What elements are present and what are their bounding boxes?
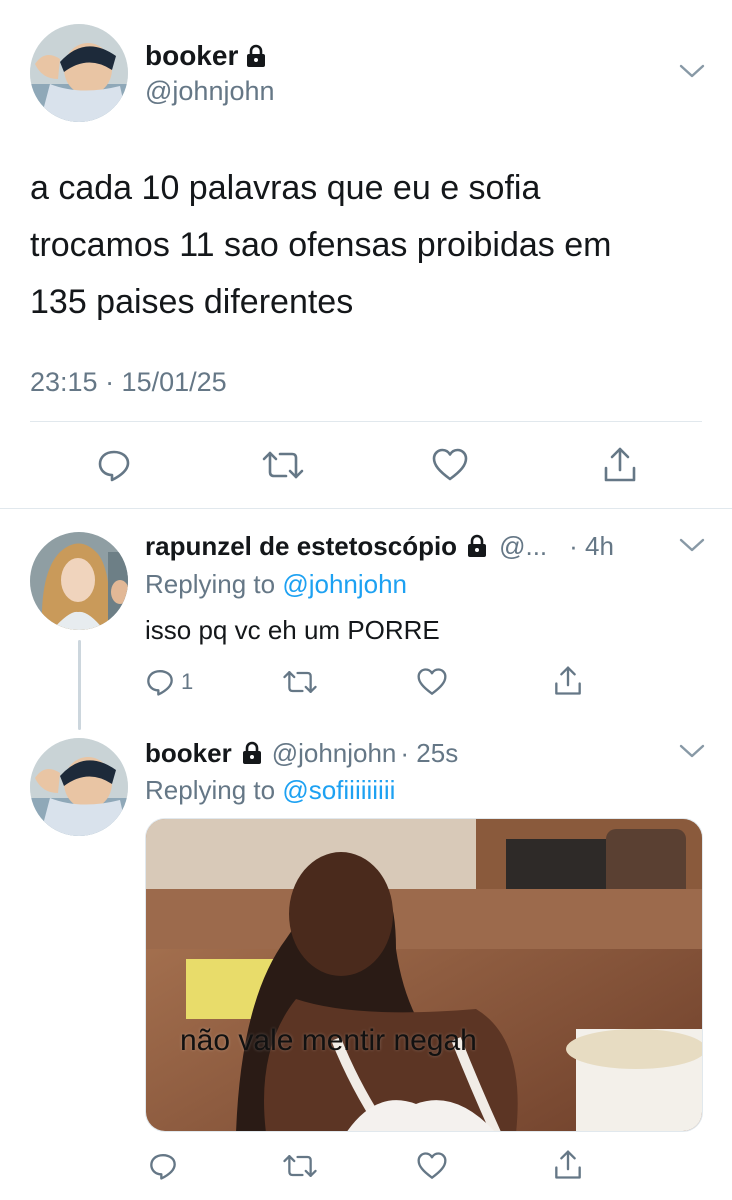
main-retweet-button[interactable]: [258, 443, 308, 487]
main-share-button[interactable]: [598, 443, 642, 487]
reply2-author-avatar[interactable]: [30, 738, 128, 836]
main-like-button[interactable]: [428, 443, 472, 487]
main-divider-top: [30, 421, 702, 422]
meme-caption: não vale mentir negah: [180, 1024, 477, 1057]
reply2-replying-to: Replying to @sofiiiiiiiii: [145, 775, 395, 806]
avatar-photo: [30, 532, 128, 630]
reply1-time[interactable]: · 4h: [569, 531, 614, 562]
reply2-like-button[interactable]: [414, 1149, 450, 1183]
main-author-name[interactable]: booker: [145, 40, 238, 72]
reply1-header: rapunzel de estetoscópio @... · 4h: [145, 530, 665, 562]
main-reply-button[interactable]: [92, 443, 136, 487]
avatar-photo: [30, 24, 128, 122]
reply1-like-button[interactable]: [414, 665, 450, 699]
retweet-icon: [283, 671, 317, 693]
reply2-media-image[interactable]: não vale mentir negah: [145, 818, 703, 1132]
main-author-name-row: booker: [145, 40, 266, 72]
reply1-author-handle[interactable]: @...: [499, 531, 547, 562]
main-tweet-text-line: a cada 10 palavras que eu e sofia: [30, 169, 541, 207]
main-author-handle[interactable]: @johnjohn: [145, 76, 275, 107]
main-tweet-timestamp[interactable]: 23:15 · 15/01/25: [30, 367, 227, 398]
reply1-share-button[interactable]: [550, 663, 586, 699]
reply2-author-name[interactable]: booker: [145, 738, 232, 769]
reply2-more-chevron-icon[interactable]: [679, 743, 705, 759]
main-more-chevron-icon[interactable]: [679, 63, 705, 79]
main-tweet-text-line: 135 paises diferentes: [30, 283, 354, 321]
reply2-share-button[interactable]: [550, 1147, 586, 1183]
share-icon: [555, 666, 581, 695]
lock-icon: [247, 44, 266, 67]
reply2-retweet-button[interactable]: [280, 1149, 320, 1183]
main-author-avatar[interactable]: [30, 24, 128, 122]
main-tweet-text-line: trocamos 11 sao ofensas proibidas em: [30, 226, 612, 264]
avatar-photo: [30, 738, 128, 836]
reply1-reply-count: 1: [181, 669, 194, 694]
replying-to-label: Replying to: [145, 775, 276, 805]
reply1-replying-to: Replying to @johnjohn: [145, 569, 407, 600]
reply2-time[interactable]: · 25s: [400, 738, 458, 769]
reply2-header: booker @johnjohn · 25s: [145, 737, 458, 769]
replying-to-label: Replying to: [145, 569, 276, 599]
share-icon: [604, 447, 636, 482]
reply-icon: [150, 1154, 176, 1180]
reply1-reply-button[interactable]: 1: [145, 665, 193, 699]
reply1-retweet-button[interactable]: [280, 665, 320, 699]
replying-to-link[interactable]: @johnjohn: [282, 569, 407, 599]
replying-to-link[interactable]: @sofiiiiiiiii: [282, 775, 395, 805]
heart-icon: [432, 448, 468, 481]
heart-icon: [417, 668, 447, 695]
lock-icon: [468, 534, 487, 557]
reply1-author-name[interactable]: rapunzel de estetoscópio: [145, 531, 457, 562]
retweet-icon: [283, 1155, 317, 1177]
lock-icon: [242, 741, 261, 764]
reply2-author-handle[interactable]: @johnjohn: [272, 738, 397, 769]
reply-icon: [98, 450, 130, 482]
reply1-more-chevron-icon[interactable]: [679, 537, 705, 553]
main-divider-bottom: [0, 508, 732, 509]
reply-icon: [147, 670, 173, 696]
main-tweet-text: a cada 10 palavras que eu e sofia trocam…: [30, 160, 710, 331]
reply1-text: isso pq vc eh um PORRE: [145, 615, 440, 645]
reply2-reply-button[interactable]: [145, 1149, 181, 1183]
heart-icon: [417, 1152, 447, 1179]
thread-connector-line: [78, 640, 81, 730]
share-icon: [555, 1150, 581, 1179]
reply1-author-avatar[interactable]: [30, 532, 128, 630]
meme-photo: [146, 819, 702, 1131]
retweet-icon: [262, 451, 304, 479]
